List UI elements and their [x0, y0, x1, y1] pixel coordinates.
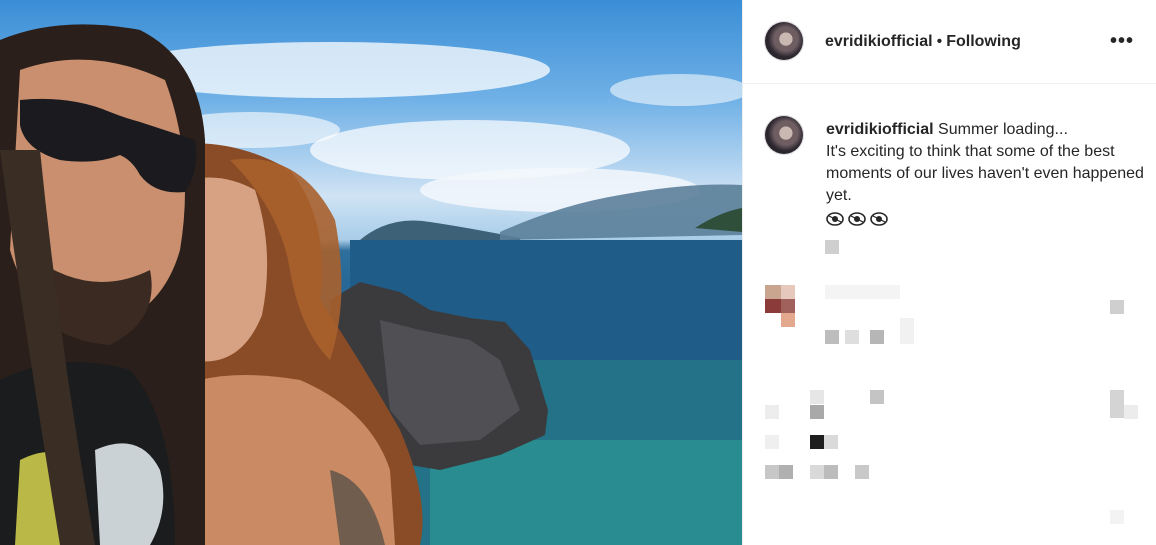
eye-emoji-icon	[870, 212, 888, 226]
blur-block	[824, 435, 838, 449]
caption-text-block: evridikiofficial Summer loading... It's …	[826, 119, 1146, 231]
follow-status-button[interactable]: Following	[946, 33, 1021, 50]
caption-text: Summer loading...	[938, 121, 1068, 138]
blur-block	[1124, 405, 1138, 419]
eye-emoji-icon	[848, 212, 866, 226]
more-options-icon[interactable]: •••	[1110, 30, 1134, 53]
blur-block	[781, 285, 795, 299]
blur-block	[870, 390, 884, 404]
blur-block	[900, 318, 914, 344]
blur-block	[779, 465, 793, 479]
blur-block	[765, 465, 779, 479]
eye-emoji-icon	[826, 212, 844, 226]
blur-block	[1110, 510, 1124, 524]
blur-block	[825, 330, 839, 344]
blur-block	[810, 435, 824, 449]
blur-block	[781, 313, 795, 327]
blur-block	[845, 330, 859, 344]
emoji-row	[826, 209, 1146, 231]
blur-block	[765, 285, 781, 299]
blur-block	[824, 465, 838, 479]
blur-block	[765, 405, 779, 419]
blur-block	[810, 405, 824, 419]
blur-block	[870, 330, 884, 344]
caption-avatar[interactable]	[764, 115, 804, 155]
blur-block	[765, 299, 781, 313]
blur-block	[781, 299, 795, 313]
photo-illustration	[0, 24, 742, 545]
blur-block	[825, 240, 839, 254]
header-username[interactable]: evridikiofficial	[825, 33, 933, 50]
blur-block	[1110, 300, 1124, 314]
header-separator: •	[936, 33, 943, 50]
blur-block	[855, 465, 869, 479]
blur-block	[810, 390, 824, 404]
blur-block	[825, 285, 900, 299]
caption-username[interactable]: evridikiofficial	[826, 121, 934, 138]
blur-block	[810, 465, 824, 479]
blur-block	[1110, 390, 1124, 418]
author-avatar[interactable]	[764, 21, 804, 61]
blur-block	[765, 435, 779, 449]
post-header: evridikiofficial • Following •••	[743, 0, 1156, 84]
caption-line-2: It's exciting to think that some of the …	[826, 143, 1144, 204]
header-line: evridikiofficial • Following	[825, 33, 1021, 51]
post-photo[interactable]	[0, 0, 742, 545]
